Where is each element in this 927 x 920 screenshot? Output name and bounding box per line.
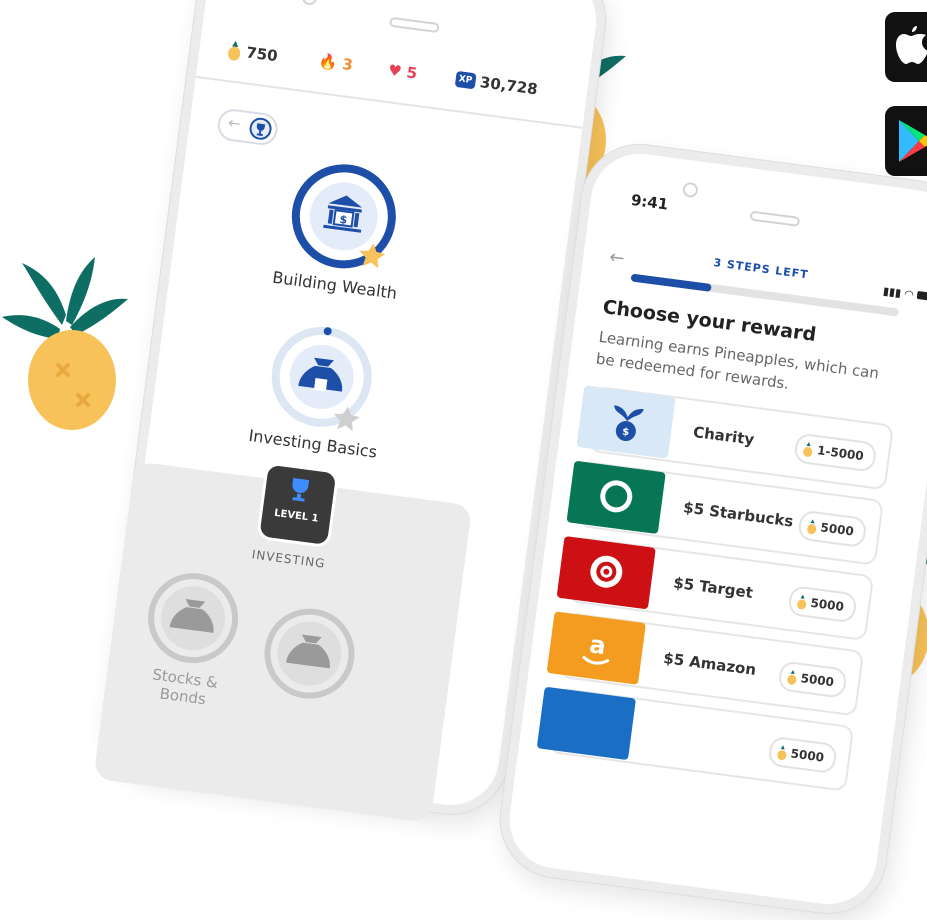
trophy-icon	[292, 478, 310, 502]
pineapple-icon	[803, 441, 813, 457]
pineapple-icon	[786, 669, 796, 685]
reward-name: Charity	[692, 422, 756, 449]
google-play-badge[interactable]	[885, 106, 927, 176]
heart-icon: ♥	[387, 60, 403, 81]
pineapple-icon	[228, 40, 241, 61]
price-chip: 1-5000	[793, 432, 878, 473]
xp-icon: XP	[454, 70, 477, 90]
pineapple-icon	[806, 518, 816, 534]
app-store-badge[interactable]	[885, 12, 927, 82]
arrow-left-icon: ←	[226, 113, 242, 134]
front-camera	[301, 0, 319, 6]
price-chip: 5000	[786, 584, 858, 624]
speaker	[388, 16, 440, 34]
flame-icon: 🔥	[317, 51, 339, 73]
speaker	[749, 210, 801, 227]
blue-logo	[536, 686, 637, 761]
investing-basics-node[interactable]	[263, 319, 380, 436]
stocks-bonds-node[interactable]	[139, 564, 247, 672]
price-value: 5000	[809, 595, 845, 614]
back-button[interactable]: ←	[215, 107, 280, 147]
wifi-icon: ◠	[904, 287, 915, 302]
hearts-count[interactable]: ♥ 5	[387, 61, 418, 83]
streak-count[interactable]: 🔥 3	[318, 52, 354, 74]
xp-count[interactable]: XP 30,728	[454, 70, 539, 99]
reward-name: $5 Starbucks	[682, 498, 795, 531]
locked-lesson-node[interactable]	[256, 600, 364, 708]
streak-value: 3	[341, 54, 354, 75]
status-icons: ▮▮▮ ◠	[882, 284, 927, 304]
svg-text:$: $	[621, 427, 629, 439]
pineapple-count[interactable]: 750	[226, 40, 279, 66]
pineapple-icon	[2, 257, 128, 430]
price-value: 1-5000	[816, 443, 865, 464]
charity-icon: $	[576, 385, 676, 459]
svg-text:a: a	[588, 630, 608, 660]
price-chip: 5000	[796, 509, 868, 549]
target-logo	[556, 535, 656, 610]
steps-left: 3 STEPS LEFT	[712, 256, 810, 282]
price-chip: 5000	[767, 735, 838, 775]
battery-icon	[916, 290, 927, 302]
xp-value: 30,728	[478, 73, 539, 99]
level-badge[interactable]: LEVEL 1	[256, 461, 340, 549]
starbucks-logo	[566, 460, 666, 535]
reward-name: $5 Amazon	[662, 648, 758, 679]
status-time: 9:41	[629, 190, 670, 214]
reward-name: $5 Target	[672, 573, 754, 602]
apple-icon	[896, 26, 927, 64]
level-text: LEVEL 1	[273, 507, 320, 525]
price-value: 5000	[799, 671, 835, 690]
building-wealth-node[interactable]: $	[282, 155, 405, 278]
pineapple-value: 750	[245, 43, 279, 66]
amazon-logo: a	[546, 611, 646, 685]
price-value: 5000	[819, 520, 855, 539]
price-value: 5000	[789, 746, 825, 765]
pineapple-icon	[796, 594, 806, 609]
arrow-left-icon[interactable]: ←	[608, 247, 626, 270]
progress-fill	[630, 273, 712, 292]
google-play-icon	[899, 120, 927, 162]
signal-icon: ▮▮▮	[882, 284, 902, 300]
trophy-icon	[249, 117, 272, 140]
hearts-value: 5	[405, 63, 419, 83]
price-chip: 5000	[776, 660, 848, 699]
front-camera	[681, 181, 699, 199]
pineapple-icon	[777, 744, 787, 760]
